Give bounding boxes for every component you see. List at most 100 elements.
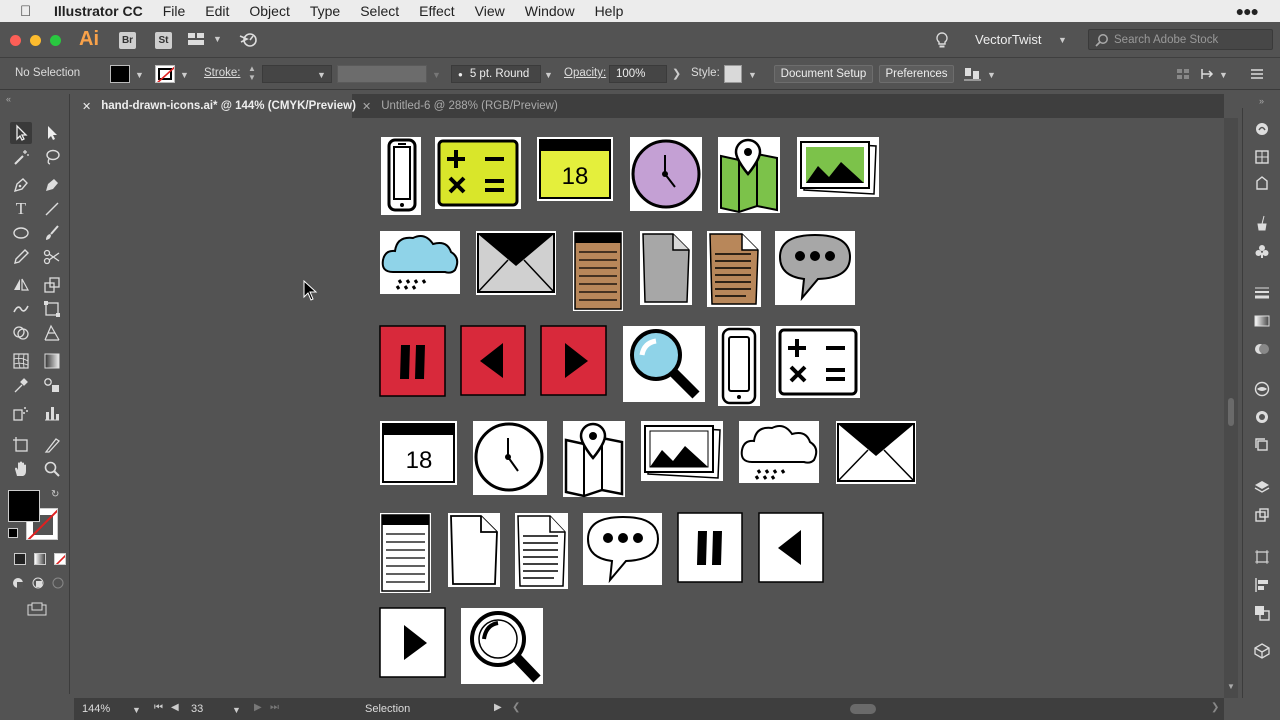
- menu-edit[interactable]: Edit: [205, 3, 229, 19]
- lasso-tool-icon[interactable]: [41, 146, 63, 168]
- swap-colors-icon[interactable]: ↻: [51, 489, 59, 500]
- free-transform-tool-icon[interactable]: [41, 298, 63, 320]
- smartphone-outline-icon[interactable]: [717, 325, 761, 407]
- chat-bubble-outline-icon[interactable]: [582, 512, 663, 586]
- smartphone-color-icon[interactable]: [380, 136, 422, 216]
- play-outline-icon[interactable]: [379, 607, 446, 678]
- pencil-tool-icon[interactable]: [10, 246, 32, 268]
- scroll-left-icon[interactable]: ❮: [512, 702, 520, 713]
- gradient-tool-icon[interactable]: [41, 350, 63, 372]
- document-outline-icon[interactable]: [447, 512, 501, 588]
- chat-bubble-color-icon[interactable]: [774, 230, 856, 306]
- draw-normal-icon[interactable]: [11, 576, 25, 590]
- cloud-rain-color-icon[interactable]: [379, 230, 461, 295]
- align-chevron-icon[interactable]: ▼: [987, 70, 996, 80]
- magnifier-outline-icon[interactable]: [460, 607, 544, 685]
- opacity-field[interactable]: 100%: [609, 65, 667, 83]
- curvature-tool-icon[interactable]: [41, 174, 63, 196]
- workspace-switcher[interactable]: VectorTwist: [975, 32, 1041, 47]
- rewind-outline-icon[interactable]: [758, 512, 824, 583]
- apple-icon[interactable]: : [20, 3, 40, 20]
- notepad-outline-icon[interactable]: [379, 512, 432, 594]
- eyedropper-tool-icon[interactable]: [10, 374, 32, 396]
- pen-tool-icon[interactable]: [10, 174, 32, 196]
- calendar-color-icon[interactable]: 18: [536, 136, 614, 202]
- photos-outline-icon[interactable]: [640, 420, 724, 482]
- artboards-icon[interactable]: [1253, 148, 1271, 166]
- zoom-chevron-icon[interactable]: ▼: [132, 705, 141, 715]
- map-pin-color-icon[interactable]: [717, 136, 781, 214]
- gradient-panel-icon[interactable]: [1253, 312, 1271, 330]
- graphic-style-swatch[interactable]: [724, 65, 742, 83]
- fill-swatch[interactable]: [110, 65, 130, 83]
- document-gray-icon[interactable]: [639, 230, 693, 306]
- brushes-icon[interactable]: [1253, 214, 1271, 232]
- menu-object[interactable]: Object: [249, 3, 289, 19]
- draw-behind-icon[interactable]: [31, 576, 45, 590]
- pause-outline-icon[interactable]: [677, 512, 743, 583]
- pathfinder-icon[interactable]: [1253, 604, 1271, 622]
- opacity-arrow-icon[interactable]: ❯: [672, 67, 681, 80]
- selection-tool-icon[interactable]: [10, 122, 32, 144]
- control-menu-icon[interactable]: [1250, 67, 1264, 81]
- layers-icon[interactable]: [1253, 478, 1271, 496]
- close-tab-icon[interactable]: ✕: [82, 100, 91, 113]
- graphic-styles-icon[interactable]: [1253, 408, 1271, 426]
- workspace-chevron-icon[interactable]: ▼: [1058, 35, 1067, 45]
- close-tab-icon[interactable]: ✕: [362, 100, 371, 113]
- magic-wand-tool-icon[interactable]: [10, 146, 32, 168]
- arrange-documents-icon[interactable]: [187, 32, 205, 46]
- envelope-color-icon[interactable]: [475, 230, 557, 296]
- menu-view[interactable]: View: [475, 3, 505, 19]
- gpu-performance-icon[interactable]: [238, 30, 260, 48]
- horizontal-scroll-thumb[interactable]: [850, 704, 876, 714]
- arrange-chevron-icon[interactable]: ▼: [213, 34, 222, 44]
- hand-tool-icon[interactable]: [10, 458, 32, 480]
- collapse-tools-icon[interactable]: «: [6, 94, 11, 104]
- shape-builder-tool-icon[interactable]: [10, 322, 32, 344]
- bridge-button[interactable]: Br: [119, 32, 136, 49]
- photos-color-icon[interactable]: [796, 136, 880, 198]
- artboard-tool-icon[interactable]: [10, 434, 32, 456]
- stock-button[interactable]: St: [155, 32, 172, 49]
- transparency-icon[interactable]: [1253, 340, 1271, 358]
- vertical-scroll-thumb[interactable]: [1228, 398, 1234, 426]
- default-colors-icon[interactable]: [8, 528, 18, 538]
- vertical-scrollbar[interactable]: ▼: [1224, 118, 1238, 698]
- line-segment-tool-icon[interactable]: [41, 198, 63, 220]
- map-pin-outline-icon[interactable]: [562, 420, 626, 498]
- variable-width-profile[interactable]: [337, 65, 427, 83]
- scroll-right-icon[interactable]: ❯: [1211, 702, 1219, 713]
- collapse-dock-icon[interactable]: »: [1259, 96, 1264, 106]
- zoom-window-button[interactable]: [50, 35, 61, 46]
- type-tool-icon[interactable]: T: [10, 198, 32, 220]
- stroke-chevron-icon[interactable]: ▼: [180, 70, 189, 80]
- libraries-icon[interactable]: [1253, 120, 1271, 138]
- artboard-chevron-icon[interactable]: ▼: [232, 705, 241, 715]
- stroke-swatch[interactable]: [155, 65, 175, 83]
- pause-color-icon[interactable]: [379, 325, 446, 397]
- paintbrush-tool-icon[interactable]: [41, 222, 63, 244]
- screen-mode-icon[interactable]: [26, 602, 48, 616]
- magnifier-color-icon[interactable]: [622, 325, 706, 403]
- close-window-button[interactable]: [10, 35, 21, 46]
- first-artboard-icon[interactable]: ⏮: [154, 702, 163, 713]
- pages-icon[interactable]: [1253, 506, 1271, 524]
- mesh-tool-icon[interactable]: [10, 350, 32, 372]
- status-menu-arrow-icon[interactable]: ▶: [494, 702, 502, 713]
- lightbulb-icon[interactable]: [934, 31, 950, 49]
- menu-help[interactable]: Help: [595, 3, 624, 19]
- align-options-icon[interactable]: [964, 67, 982, 81]
- appearance-icon[interactable]: [1253, 380, 1271, 398]
- stroke-stepper[interactable]: ▲ ▼: [248, 64, 256, 82]
- menu-type[interactable]: Type: [310, 3, 340, 19]
- brush-chevron-icon[interactable]: ▼: [544, 70, 553, 80]
- text-document-outline-icon[interactable]: [514, 512, 569, 590]
- menu-effect[interactable]: Effect: [419, 3, 455, 19]
- menu-file[interactable]: File: [163, 3, 186, 19]
- envelope-outline-icon[interactable]: [835, 420, 917, 485]
- none-mode-icon[interactable]: [54, 553, 66, 565]
- cloud-rain-outline-icon[interactable]: [738, 420, 820, 484]
- scale-tool-icon[interactable]: [41, 274, 63, 296]
- stroke-label[interactable]: Stroke:: [204, 67, 240, 79]
